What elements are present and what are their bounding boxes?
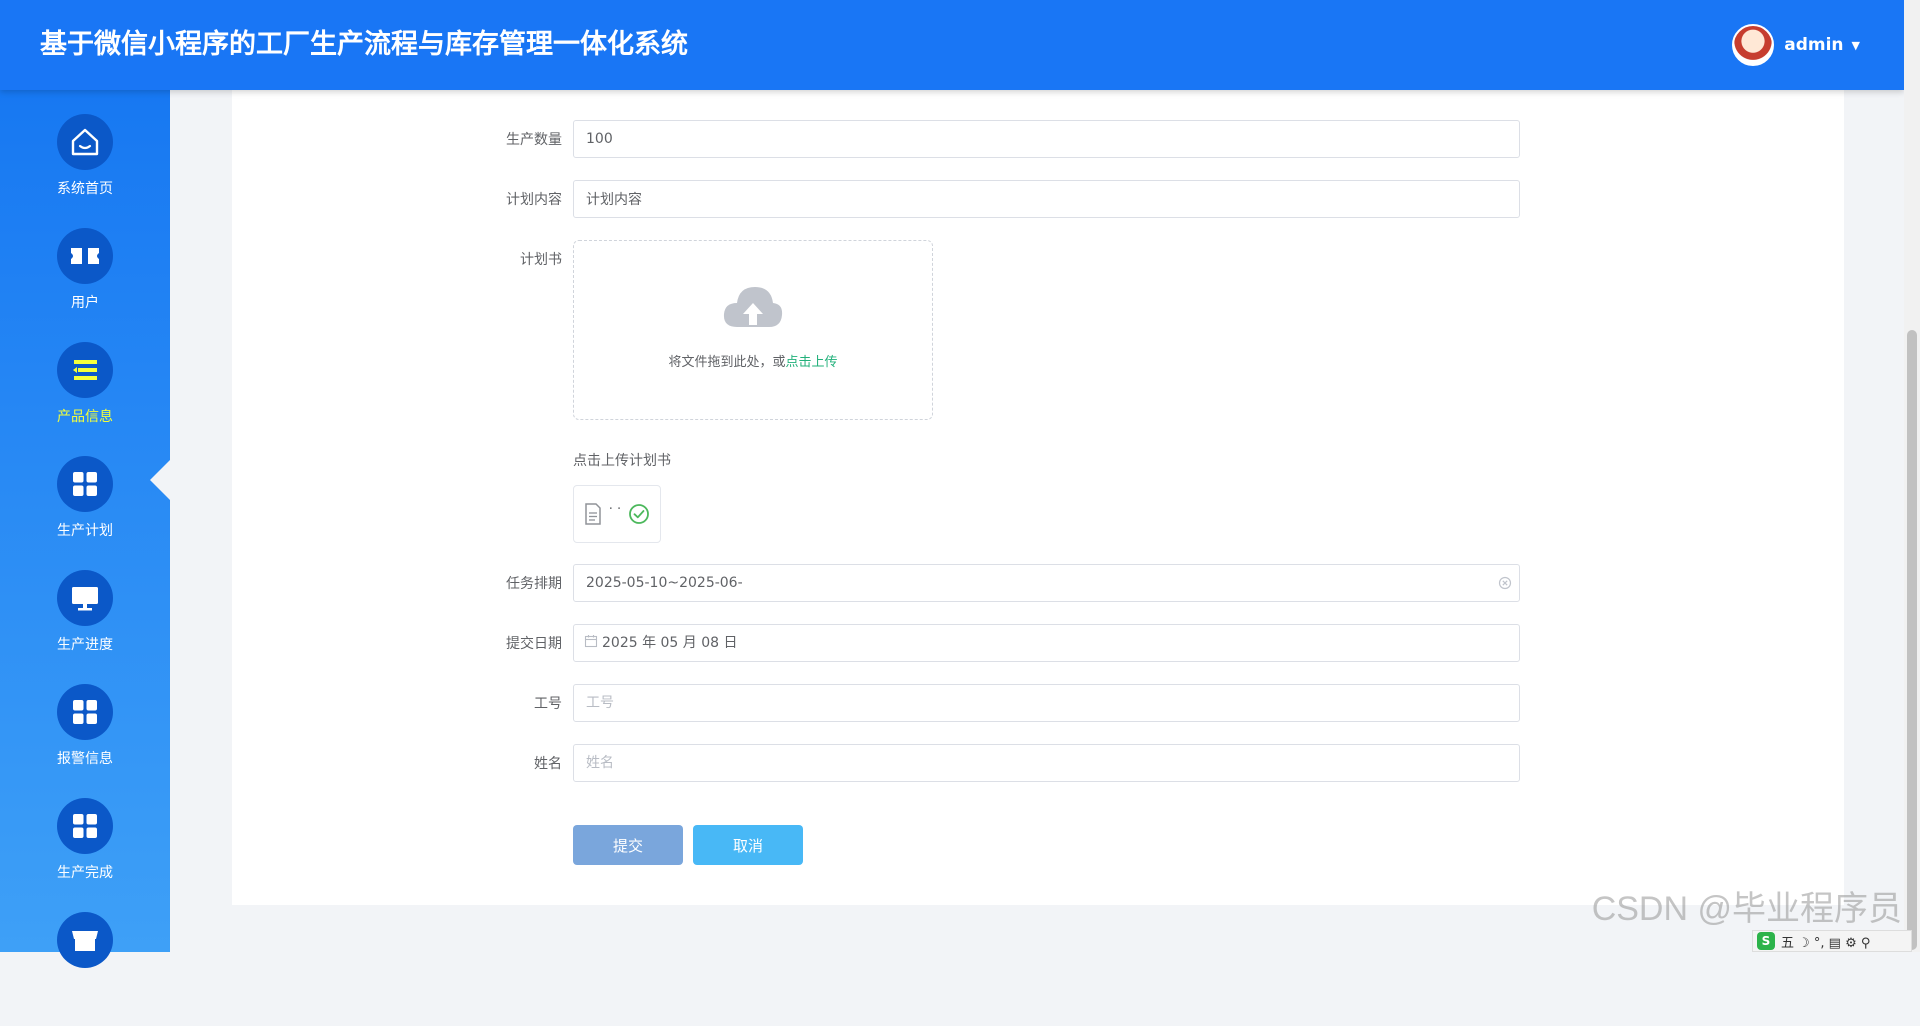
ticket-icon — [71, 248, 99, 264]
name-label: 姓名 — [534, 756, 562, 772]
clear-icon[interactable] — [1498, 576, 1512, 590]
schedule-input[interactable] — [573, 564, 1520, 602]
list-icon — [73, 360, 97, 380]
avatar[interactable] — [1732, 24, 1775, 66]
cloud-upload-icon — [723, 287, 783, 327]
sidebar-item-store[interactable] — [0, 912, 170, 1026]
upload-dropzone[interactable]: 将文件拖到此处，或点击上传 — [573, 240, 933, 420]
monitor-icon — [72, 587, 98, 611]
submit-date-value: 2025 年 05 月 08 日 — [602, 635, 738, 651]
ime-mode[interactable]: 五 ☽ °, ▤ ⚙ ⚲ — [1781, 932, 1870, 951]
sidebar-item-production-complete[interactable]: 生产完成 — [0, 798, 170, 912]
submit-date-input[interactable]: 2025 年 05 月 08 日 — [573, 624, 1520, 662]
sidebar-item-alarm-info[interactable]: 报警信息 — [0, 684, 170, 798]
calendar-icon — [584, 635, 598, 648]
username[interactable]: admin — [1784, 35, 1843, 55]
sidebar-item-label: 产品信息 — [57, 409, 113, 425]
check-circle-icon — [629, 504, 650, 524]
grid-icon — [73, 700, 97, 724]
cancel-button[interactable]: 取消 — [693, 825, 803, 865]
plan-content-input[interactable] — [573, 180, 1520, 218]
name-input[interactable] — [573, 744, 1520, 782]
sidebar-item-product-info[interactable]: 产品信息 — [0, 342, 170, 456]
sidebar-item-label: 生产计划 — [57, 523, 113, 539]
quantity-label: 生产数量 — [506, 132, 562, 148]
scrollbar-thumb[interactable] — [1907, 330, 1917, 950]
app-title: 基于微信小程序的工厂生产流程与库存管理一体化系统 — [40, 29, 688, 60]
document-icon — [584, 503, 601, 525]
sidebar-item-label: 系统首页 — [57, 181, 113, 197]
plan-book-label: 计划书 — [520, 252, 562, 268]
submit-date-label: 提交日期 — [506, 636, 562, 652]
sidebar-item-label: 用户 — [71, 295, 99, 311]
work-no-label: 工号 — [534, 696, 562, 712]
upload-tip: 点击上传计划书 — [573, 453, 671, 469]
sidebar-item-label: 报警信息 — [57, 751, 113, 767]
plan-content-label: 计划内容 — [506, 192, 562, 208]
form-card: 生产数量 计划内容 计划书 将文件拖到此处，或点击上传 点击上传计划书 — [232, 90, 1844, 905]
sidebar-item-users[interactable]: 用户 — [0, 228, 170, 342]
page-scrollbar[interactable] — [1904, 0, 1920, 952]
work-no-input[interactable] — [573, 684, 1520, 722]
grid-icon — [73, 472, 97, 496]
ime-logo[interactable]: S — [1757, 932, 1775, 950]
ime-toolbar[interactable]: S 五 ☽ °, ▤ ⚙ ⚲ — [1752, 930, 1912, 952]
active-indicator — [150, 460, 170, 500]
upload-link[interactable]: 点击上传 — [786, 355, 838, 370]
user-menu[interactable]: admin ▼ — [1732, 24, 1860, 66]
sidebar-item-label: 生产完成 — [57, 865, 113, 881]
sidebar-item-label: 生产进度 — [57, 637, 113, 653]
uploaded-file-item[interactable]: · · — [573, 485, 661, 543]
sidebar: 系统首页 用户 产品信息 生产计划 生产进度 报警信息 生产完成 — [0, 90, 170, 968]
top-header: 基于微信小程序的工厂生产流程与库存管理一体化系统 admin ▼ — [0, 0, 1904, 90]
sidebar-item-home[interactable]: 系统首页 — [0, 114, 170, 228]
quantity-input[interactable] — [573, 120, 1520, 158]
schedule-label: 任务排期 — [506, 576, 562, 592]
grid-icon — [73, 814, 97, 838]
caret-down-icon[interactable]: ▼ — [1852, 39, 1860, 52]
file-name: · · — [608, 501, 622, 517]
sidebar-item-production-progress[interactable]: 生产进度 — [0, 570, 170, 684]
submit-button[interactable]: 提交 — [573, 825, 683, 865]
sidebar-item-production-plan[interactable]: 生产计划 — [0, 456, 170, 570]
upload-hint: 将文件拖到此处，或 — [668, 355, 786, 370]
watermark: CSDN @毕业程序员 — [1591, 890, 1902, 928]
home-icon — [71, 128, 99, 156]
